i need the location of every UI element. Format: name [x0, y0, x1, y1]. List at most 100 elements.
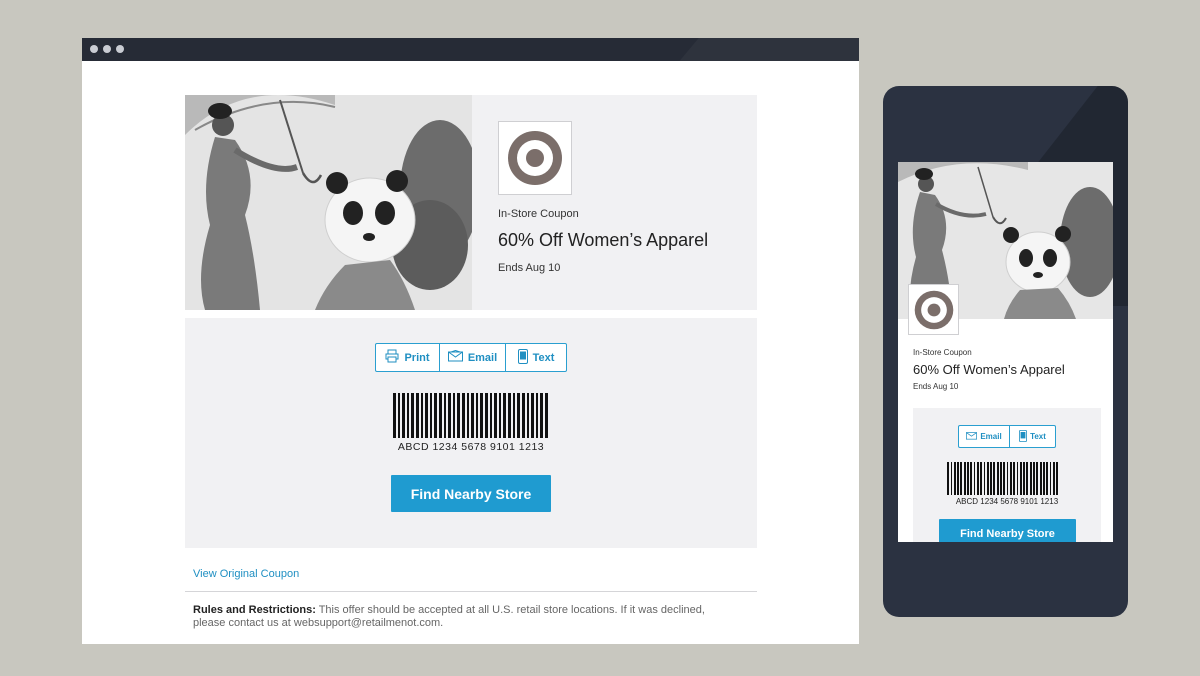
barcode-bar [467, 393, 469, 438]
barcode-bar [536, 393, 538, 438]
mobile-device: In-Store Coupon 60% Off Women’s Apparel … [883, 86, 1128, 617]
coupon-expiry-mobile: Ends Aug 10 [913, 382, 959, 391]
text-button-mobile[interactable]: Text [1009, 426, 1055, 447]
barcode-bar [425, 393, 428, 438]
barcode-bar [957, 462, 959, 495]
barcode-bar [1029, 462, 1032, 495]
barcode-bar [1003, 462, 1005, 495]
barcode-bar [1036, 462, 1038, 495]
find-nearby-store-button-mobile[interactable]: Find Nearby Store [939, 519, 1076, 542]
barcode-bar [545, 393, 548, 438]
barcode-bar [1039, 462, 1042, 495]
barcode-bar [1049, 462, 1051, 495]
email-label: Email [467, 351, 498, 364]
find-nearby-store-button[interactable]: Find Nearby Store [391, 475, 551, 512]
barcode-bar [953, 462, 956, 495]
barcode [393, 393, 550, 438]
barcode-bar [986, 462, 989, 495]
rules-and-restrictions: Rules and Restrictions: This offer shoul… [193, 604, 713, 630]
barcode-bar [513, 393, 515, 438]
barcode-bar [1009, 462, 1012, 495]
barcode-bar [508, 393, 511, 438]
print-button[interactable]: Print [376, 344, 439, 371]
envelope-icon [447, 349, 463, 365]
barcode-bar [990, 462, 992, 495]
barcode-bar [1033, 462, 1035, 495]
barcode-bar [393, 393, 396, 438]
text-label-mobile: Text [1030, 432, 1046, 441]
barcode-bar [1006, 462, 1008, 495]
barcode-bar [1056, 462, 1058, 495]
coupon-expiry: Ends Aug 10 [498, 262, 561, 274]
barcode-bar [430, 393, 432, 438]
barcode-bar [1026, 462, 1028, 495]
envelope-icon [966, 431, 978, 442]
email-button-mobile[interactable]: Email [959, 426, 1009, 447]
barcode-number: ABCD 1234 5678 9101 1213 [397, 441, 545, 453]
printer-icon [385, 349, 399, 366]
email-label-mobile: Email [980, 432, 1002, 441]
window-dot-2[interactable] [103, 45, 111, 53]
barcode-bar [963, 462, 966, 495]
redeem-panel: Print Email Text ABCD 1234 5678 9101 121… [185, 318, 757, 548]
rules-label: Rules and Restrictions: [193, 604, 316, 616]
barcode-bar [996, 462, 999, 495]
barcode-bar [967, 462, 969, 495]
bullseye-logo [498, 121, 572, 195]
barcode-bar [398, 393, 400, 438]
barcode-bar [947, 462, 949, 495]
coupon-title-mobile: 60% Off Women’s Apparel [913, 362, 1065, 377]
barcode-bar [434, 393, 437, 438]
barcode-bar [1013, 462, 1015, 495]
barcode-bar [453, 393, 455, 438]
barcode-bar [1000, 462, 1002, 495]
share-options-mobile: Email Text [958, 425, 1056, 448]
barcode-bar [540, 393, 543, 438]
barcode-bar [993, 462, 995, 495]
text-button[interactable]: Text [505, 344, 566, 371]
coupon-title: 60% Off Women’s Apparel [498, 230, 709, 250]
window-controls[interactable] [90, 45, 124, 53]
redeem-panel-mobile: Email Text ABCD 1234 5678 9101 1213 Find… [913, 408, 1101, 542]
view-original-coupon-link[interactable]: View Original Coupon [193, 568, 299, 580]
barcode-bar [970, 462, 972, 495]
share-options: Print Email Text [375, 343, 567, 372]
text-label: Text [532, 351, 555, 364]
barcode-bar [950, 462, 952, 495]
barcode-bar [407, 393, 409, 438]
barcode-bar [444, 393, 446, 438]
barcode-bar [471, 393, 474, 438]
barcode-bar [499, 393, 501, 438]
print-label: Print [404, 351, 430, 364]
email-button[interactable]: Email [439, 344, 505, 371]
barcode-bar [1023, 462, 1025, 495]
window-dot-3[interactable] [116, 45, 124, 53]
barcode-bar [494, 393, 497, 438]
coupon-type: In-Store Coupon [498, 208, 579, 220]
barcode-bar [1016, 462, 1018, 495]
barcode-bar [1052, 462, 1055, 495]
mobile-screen: In-Store Coupon 60% Off Women’s Apparel … [898, 162, 1113, 542]
barcode-bar [480, 393, 483, 438]
barcode-bar [531, 393, 534, 438]
promo-photo [185, 95, 472, 310]
coupon-type-mobile: In-Store Coupon [913, 348, 972, 357]
barcode-mobile [947, 462, 1060, 495]
barcode-bar [462, 393, 465, 438]
barcode-number-mobile: ABCD 1234 5678 9101 1213 [955, 497, 1059, 506]
barcode-bar [517, 393, 520, 438]
barcode-bar [485, 393, 488, 438]
window-dot-1[interactable] [90, 45, 98, 53]
bullseye-logo-mobile [908, 284, 959, 335]
barcode-bar [960, 462, 962, 495]
coupon-hero: In-Store Coupon 60% Off Women’s Apparel … [185, 95, 757, 310]
barcode-bar [439, 393, 442, 438]
barcode-bar [448, 393, 451, 438]
barcode-bar [973, 462, 975, 495]
barcode-bar [503, 393, 506, 438]
barcode-bar [1043, 462, 1045, 495]
barcode-bar [411, 393, 414, 438]
barcode-bar [476, 393, 478, 438]
divider [185, 591, 757, 592]
barcode-bar [527, 393, 529, 438]
